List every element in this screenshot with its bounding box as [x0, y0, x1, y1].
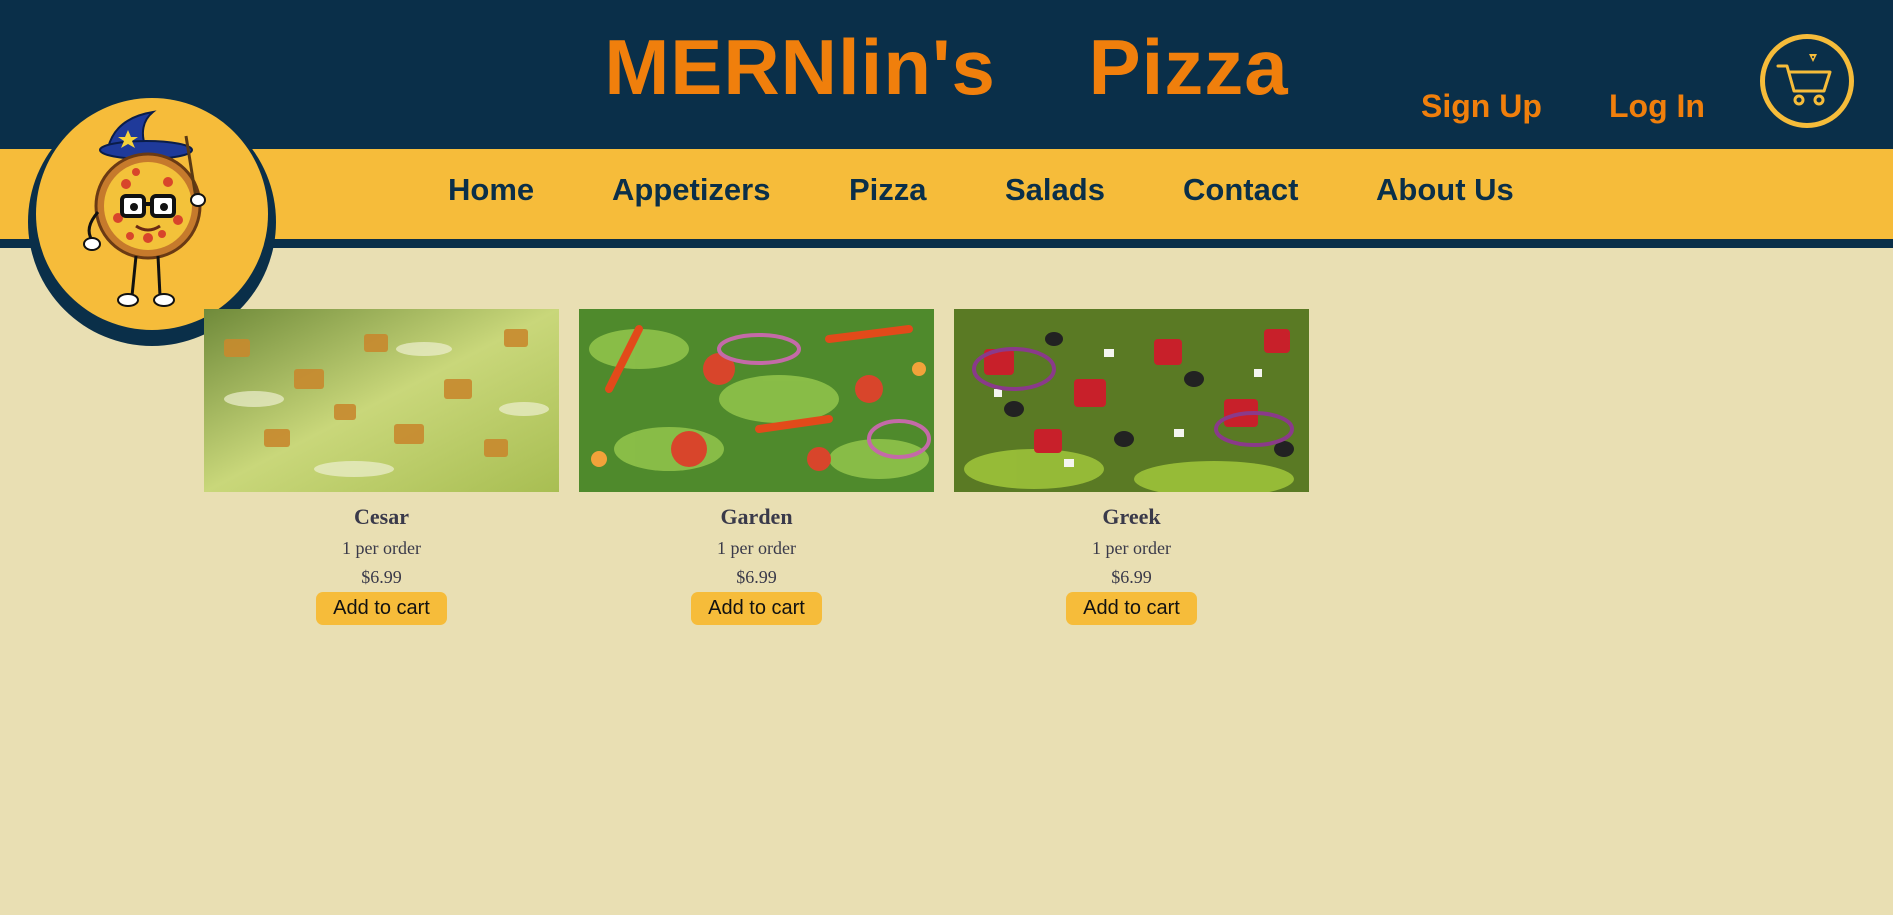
cesar-salad-image	[204, 309, 559, 492]
product-price: $6.99	[736, 567, 777, 587]
product-name: Cesar	[354, 504, 409, 529]
nav-salads[interactable]: Salads	[1005, 172, 1105, 208]
sign-up-link[interactable]: Sign Up	[1421, 88, 1542, 125]
product-quantity: 1 per order	[717, 538, 796, 558]
shopping-cart-icon	[1776, 54, 1832, 106]
product-price: $6.99	[361, 567, 402, 587]
nav-contact[interactable]: Contact	[1183, 172, 1298, 208]
nav-appetizers[interactable]: Appetizers	[612, 172, 770, 208]
product-card-garden: Garden 1 per order $6.99 Add to cart	[579, 309, 934, 625]
greek-salad-image	[954, 309, 1309, 492]
add-to-cart-button[interactable]: Add to cart	[316, 592, 447, 625]
add-to-cart-button[interactable]: Add to cart	[1066, 592, 1197, 625]
product-name: Garden	[720, 504, 793, 529]
wizard-pizza-mascot-logo[interactable]	[18, 88, 286, 346]
product-card-cesar: Cesar 1 per order $6.99 Add to cart	[204, 309, 559, 625]
nav-about-us[interactable]: About Us	[1376, 172, 1514, 208]
garden-salad-image	[579, 309, 934, 492]
nav-pizza[interactable]: Pizza	[849, 172, 927, 208]
add-to-cart-button[interactable]: Add to cart	[691, 592, 822, 625]
product-quantity: 1 per order	[1092, 538, 1171, 558]
product-quantity: 1 per order	[342, 538, 421, 558]
product-price: $6.99	[1111, 567, 1152, 587]
cart-button[interactable]	[1760, 34, 1854, 128]
product-card-greek: Greek 1 per order $6.99 Add to cart	[954, 309, 1309, 625]
nav-home[interactable]: Home	[448, 172, 534, 208]
log-in-link[interactable]: Log In	[1609, 88, 1705, 125]
product-name: Greek	[1102, 504, 1161, 529]
